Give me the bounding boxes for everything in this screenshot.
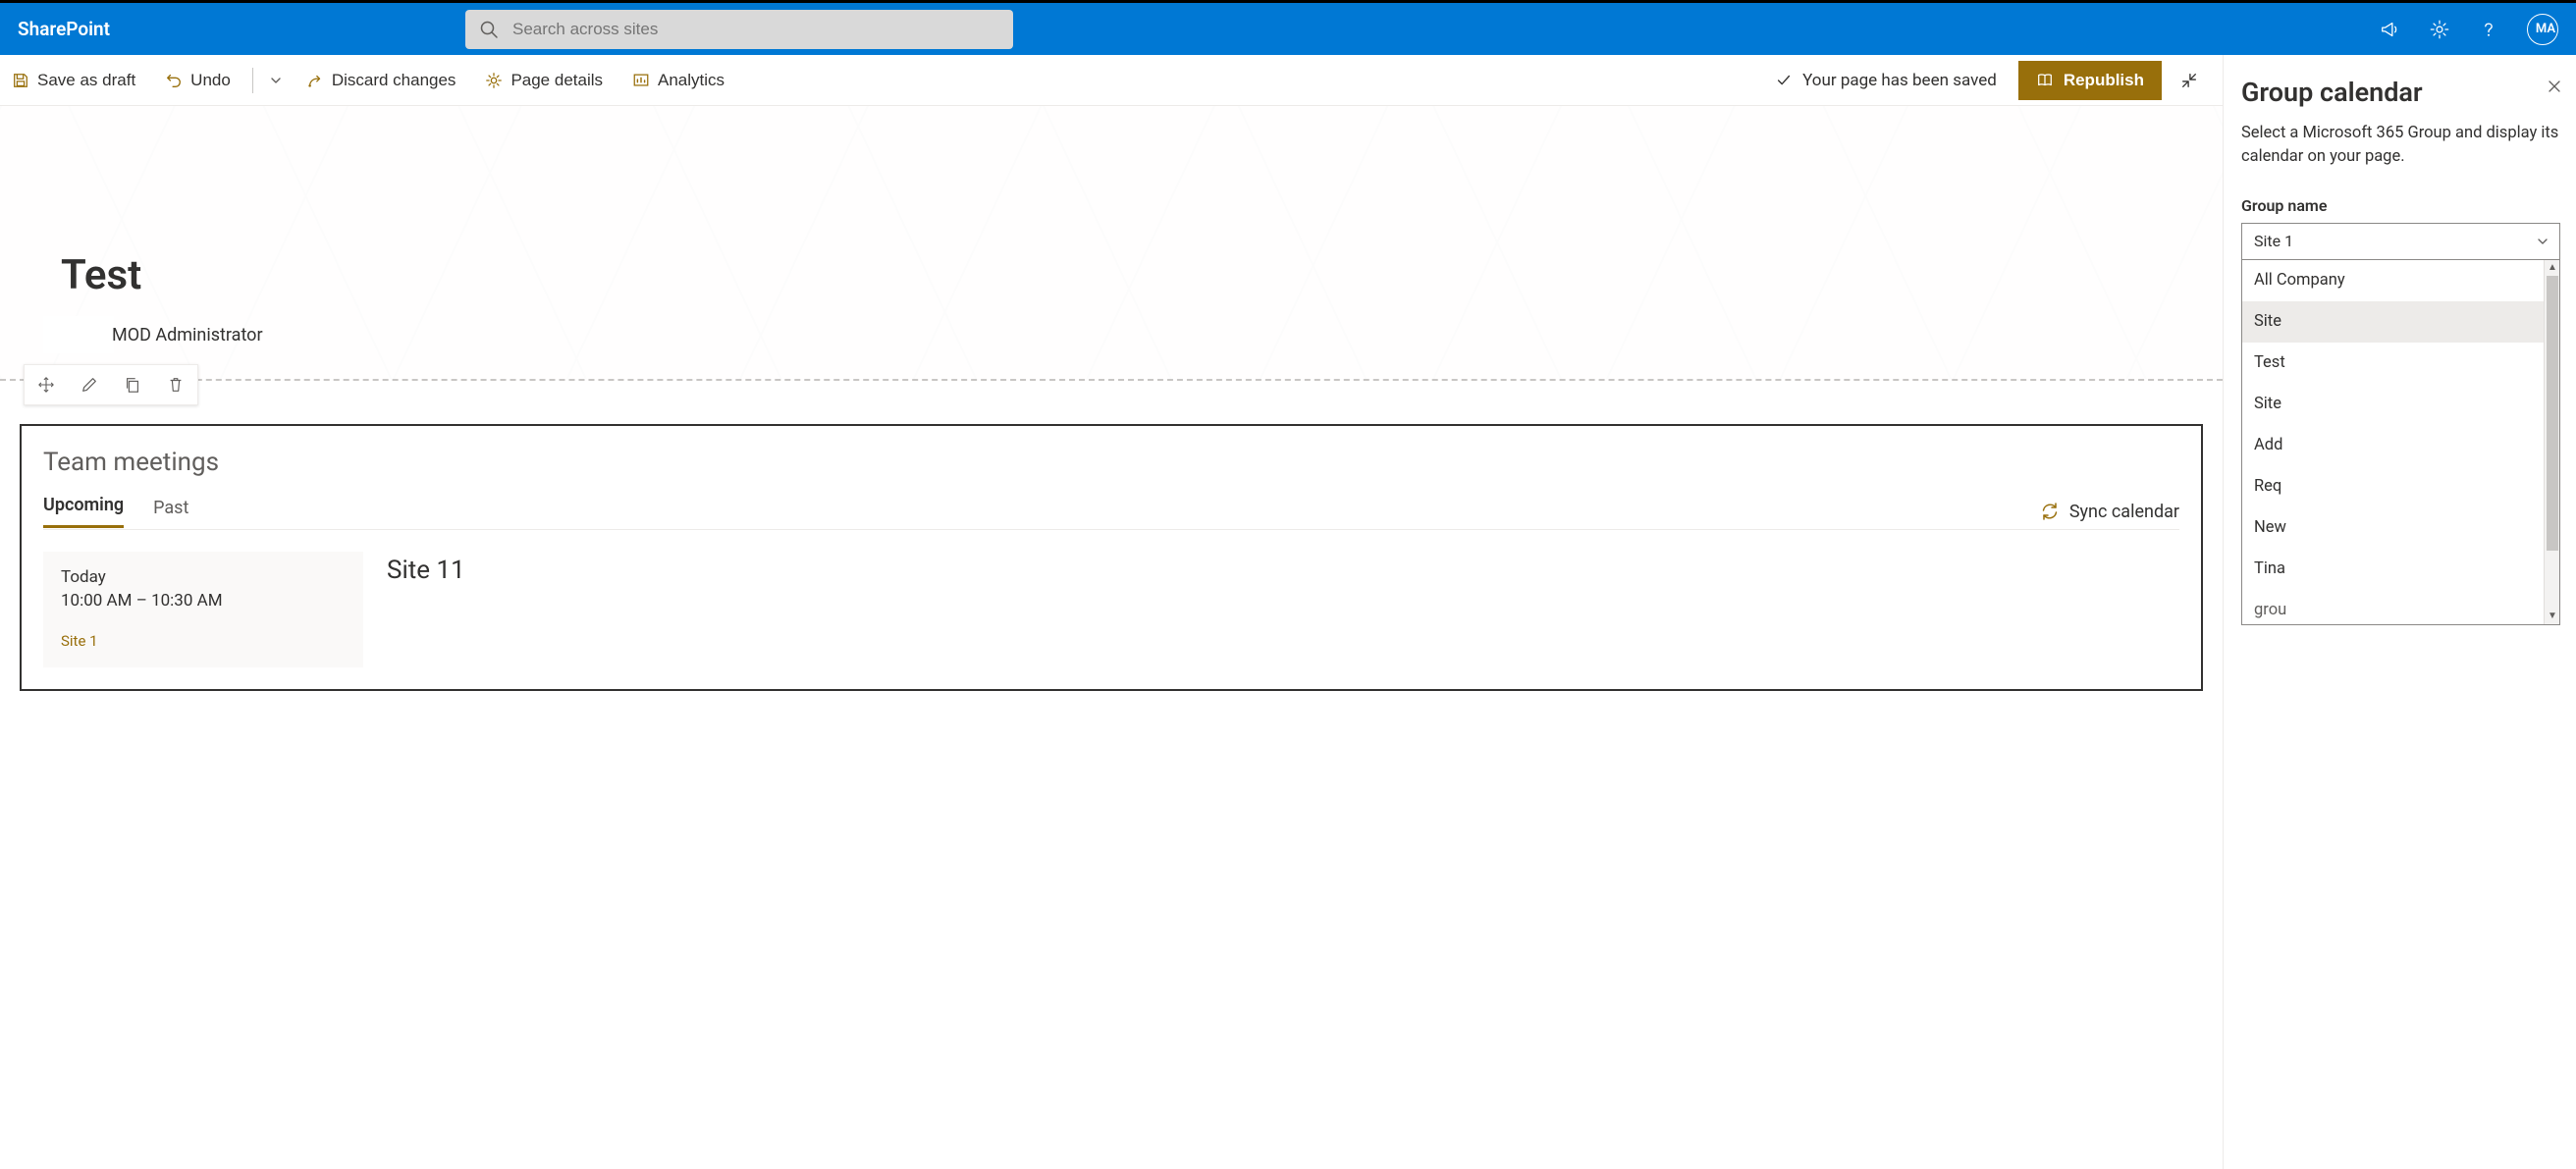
dropdown-scrollbar[interactable]: ▲ ▼: [2544, 260, 2559, 624]
avatar-initials: MA: [2536, 22, 2555, 36]
sync-calendar-button[interactable]: Sync calendar: [2040, 502, 2179, 522]
page-details-label: Page details: [510, 71, 603, 90]
close-pane-button[interactable]: [2547, 79, 2562, 94]
avatar[interactable]: MA: [2527, 14, 2558, 45]
scroll-up-icon[interactable]: ▲: [2545, 260, 2560, 276]
analytics-button[interactable]: Analytics: [620, 61, 736, 100]
webpart-tabs: Upcoming Past: [43, 495, 188, 528]
divider: [252, 68, 253, 93]
page-title[interactable]: Test: [61, 251, 141, 299]
move-webpart-button[interactable]: [25, 364, 68, 405]
event-card[interactable]: Today 10:00 AM – 10:30 AM Site 1: [43, 552, 363, 667]
edit-webpart-button[interactable]: [68, 364, 111, 405]
scrollbar-thumb[interactable]: [2547, 276, 2558, 551]
group-name-label: Group name: [2241, 196, 2560, 215]
page-hero: Test MOD Administrator: [0, 106, 2223, 381]
discard-label: Discard changes: [332, 71, 456, 90]
page-author: MOD Administrator: [43, 316, 263, 353]
checkmark-icon: [1775, 72, 1793, 89]
save-draft-label: Save as draft: [37, 71, 135, 90]
undo-button[interactable]: Undo: [153, 61, 242, 100]
trash-icon: [167, 376, 185, 394]
group-option[interactable]: Add: [2242, 425, 2559, 466]
undo-icon: [165, 72, 183, 89]
sync-calendar-label: Sync calendar: [2069, 502, 2179, 522]
save-icon: [12, 72, 29, 89]
scroll-down-icon[interactable]: ▼: [2545, 609, 2560, 624]
group-option[interactable]: grou: [2242, 590, 2559, 625]
event-site: Site 1: [61, 632, 346, 650]
group-option[interactable]: Test: [2242, 343, 2559, 384]
save-status-label: Your page has been saved: [1802, 71, 1997, 90]
sync-icon: [2040, 502, 2060, 521]
analytics-icon: [632, 72, 650, 89]
suite-header: SharePoint MA: [0, 0, 2576, 55]
webpart-title[interactable]: Team meetings: [43, 448, 2179, 477]
suite-header-actions: MA: [2380, 14, 2558, 45]
help-icon[interactable]: [2478, 19, 2499, 40]
tab-upcoming[interactable]: Upcoming: [43, 495, 124, 528]
event-time: 10:00 AM – 10:30 AM: [61, 591, 346, 611]
save-draft-button[interactable]: Save as draft: [0, 61, 147, 100]
author-name: MOD Administrator: [112, 325, 263, 345]
search-input[interactable]: [510, 19, 999, 40]
property-pane: Group calendar Select a Microsoft 365 Gr…: [2223, 55, 2576, 1169]
save-status: Your page has been saved: [1759, 71, 2012, 90]
group-name-dropdown: All Company Site Test Site Add Req New T…: [2241, 260, 2560, 625]
gear-icon: [485, 72, 503, 89]
author-avatar-placeholder: [43, 316, 114, 353]
book-icon: [2036, 72, 2054, 89]
search-icon: [479, 20, 499, 39]
collapse-toolbar-button[interactable]: [2168, 61, 2211, 100]
command-bar: Save as draft Undo Discard changes: [0, 55, 2223, 106]
chevron-down-icon: [2536, 235, 2549, 248]
group-calendar-webpart[interactable]: Team meetings Upcoming Past Sync calenda…: [20, 424, 2203, 691]
pane-heading: Group calendar: [2241, 77, 2560, 108]
group-option[interactable]: New: [2242, 507, 2559, 549]
discard-button[interactable]: Discard changes: [295, 61, 468, 100]
group-option[interactable]: All Company: [2242, 260, 2559, 301]
undo-dropdown[interactable]: [263, 61, 289, 100]
duplicate-webpart-button[interactable]: [111, 364, 154, 405]
republish-button[interactable]: Republish: [2018, 61, 2162, 100]
gear-icon[interactable]: [2429, 19, 2450, 40]
group-option[interactable]: Tina: [2242, 549, 2559, 590]
megaphone-icon[interactable]: [2380, 19, 2401, 40]
delete-webpart-button[interactable]: [154, 364, 197, 405]
search-wrapper: [465, 10, 1013, 49]
event-title: Site 11: [387, 552, 465, 667]
close-icon: [2547, 79, 2562, 94]
pane-description: Select a Microsoft 365 Group and display…: [2241, 122, 2560, 169]
move-icon: [37, 376, 55, 394]
chevron-down-icon: [269, 74, 283, 87]
copy-icon: [124, 376, 141, 394]
search-box[interactable]: [465, 10, 1013, 49]
discard-icon: [306, 72, 324, 89]
pencil-icon: [80, 376, 98, 394]
tab-past[interactable]: Past: [153, 498, 188, 528]
group-option[interactable]: Site: [2242, 384, 2559, 425]
brand-label: SharePoint: [18, 18, 450, 40]
group-name-value: Site 1: [2254, 232, 2293, 250]
analytics-label: Analytics: [658, 71, 724, 90]
republish-label: Republish: [2064, 71, 2144, 90]
group-name-combobox[interactable]: Site 1: [2241, 223, 2560, 260]
undo-label: Undo: [190, 71, 231, 90]
group-option[interactable]: Req: [2242, 466, 2559, 507]
group-option[interactable]: Site: [2242, 301, 2559, 343]
collapse-icon: [2180, 72, 2198, 89]
canvas-area: Team meetings Upcoming Past Sync calenda…: [0, 424, 2223, 691]
page-canvas-column: Save as draft Undo Discard changes: [0, 55, 2223, 1169]
webpart-toolbar: [24, 364, 198, 405]
event-day: Today: [61, 567, 346, 587]
page-details-button[interactable]: Page details: [473, 61, 615, 100]
